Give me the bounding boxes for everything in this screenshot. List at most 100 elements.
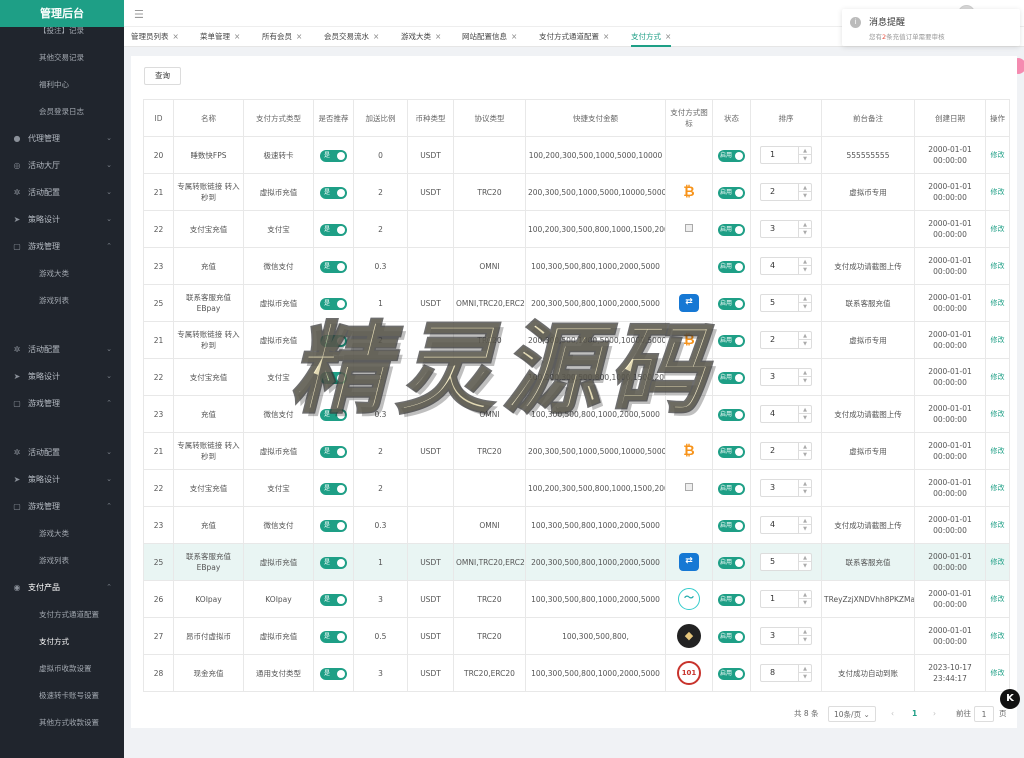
sidebar-item[interactable]: 支付方式	[0, 628, 124, 655]
stepper-down-icon[interactable]: ▼	[798, 451, 811, 459]
stepper-up-icon[interactable]: ▲	[798, 480, 811, 488]
edit-link[interactable]: 修改	[991, 632, 1005, 640]
edit-link[interactable]: 修改	[991, 669, 1005, 677]
recommend-toggle[interactable]: 是	[320, 371, 347, 384]
sidebar-item[interactable]: ▢ 游戏管理 ⌃	[0, 390, 124, 417]
sort-stepper[interactable]: 4 ▲ ▼	[760, 405, 812, 423]
status-toggle[interactable]: 启用	[718, 445, 745, 458]
menu-toggle-icon[interactable]: ☰	[134, 8, 144, 21]
tab-item[interactable]: 网站配置信息 ×	[462, 27, 517, 47]
edit-link[interactable]: 修改	[991, 188, 1005, 196]
table-row[interactable]: 28 现金充值 通用支付类型 是 3 USDT TRC20,ERC20 100,300,500…	[143, 654, 1010, 692]
stepper-down-icon[interactable]: ▼	[798, 266, 811, 274]
status-toggle[interactable]: 启用	[718, 186, 745, 199]
tab-item[interactable]: 支付方式 ×	[631, 27, 672, 47]
sort-stepper[interactable]: 1 ▲ ▼	[760, 146, 812, 164]
table-row[interactable]: 21 专属转账链接 转入秒到 虚拟币充值 是 2 USDT TRC20 200,300,500…	[143, 432, 1010, 470]
recommend-toggle[interactable]: 是	[320, 593, 347, 606]
stepper-up-icon[interactable]: ▲	[798, 591, 811, 599]
edit-link[interactable]: 修改	[991, 151, 1005, 159]
sidebar-item[interactable]: 福利中心	[0, 71, 124, 98]
sidebar-item[interactable]: ▢ 游戏管理 ⌃	[0, 233, 124, 260]
sort-stepper[interactable]: 3 ▲ ▼	[760, 479, 812, 497]
sort-stepper[interactable]: 5 ▲ ▼	[760, 553, 812, 571]
sort-stepper[interactable]: 4 ▲ ▼	[760, 516, 812, 534]
edit-link[interactable]: 修改	[991, 595, 1005, 603]
tab-item[interactable]: 所有会员 ×	[262, 27, 302, 47]
sort-stepper[interactable]: 2 ▲ ▼	[760, 183, 812, 201]
table-row[interactable]: 22 支付宝充值 支付宝 是 2 100,200,300,500,800,1000,150…	[143, 358, 1010, 396]
sidebar-item[interactable]: ✲ 活动配置 ⌄	[0, 179, 124, 206]
next-page-icon[interactable]: ›	[933, 706, 936, 722]
status-toggle[interactable]: 启用	[718, 519, 745, 532]
edit-link[interactable]: 修改	[991, 336, 1005, 344]
recommend-toggle[interactable]: 是	[320, 149, 347, 162]
table-row[interactable]: 27 昂币付虚拟币 虚拟币充值 是 0.5 USDT TRC20 100,300,500,80…	[143, 617, 1010, 655]
sort-stepper[interactable]: 3 ▲ ▼	[760, 220, 812, 238]
table-row[interactable]: 23 充值 微信支付 是 0.3 OMNI 100,300,500,800,1000,200…	[143, 247, 1010, 285]
status-toggle[interactable]: 启用	[718, 371, 745, 384]
stepper-down-icon[interactable]: ▼	[798, 488, 811, 496]
sort-stepper[interactable]: 8 ▲ ▼	[760, 664, 812, 682]
table-row[interactable]: 23 充值 微信支付 是 0.3 OMNI 100,300,500,800,1000,200…	[143, 395, 1010, 433]
stepper-up-icon[interactable]: ▲	[798, 258, 811, 266]
sort-stepper[interactable]: 1 ▲ ▼	[760, 590, 812, 608]
page-size-select[interactable]: 10条/页 ⌄	[828, 706, 876, 722]
sidebar-item[interactable]: ◎ 活动大厅 ⌄	[0, 152, 124, 179]
sidebar-item[interactable]: ➤ 策略设计 ⌄	[0, 206, 124, 233]
edit-link[interactable]: 修改	[991, 373, 1005, 381]
edit-link[interactable]: 修改	[991, 447, 1005, 455]
sidebar-item[interactable]: 会员登录日志	[0, 98, 124, 125]
stepper-down-icon[interactable]: ▼	[798, 673, 811, 681]
stepper-down-icon[interactable]: ▼	[798, 562, 811, 570]
close-icon[interactable]: ×	[511, 32, 517, 41]
close-icon[interactable]: ×	[173, 32, 179, 41]
sidebar-item[interactable]: ➤ 策略设计 ⌄	[0, 363, 124, 390]
sidebar-item[interactable]: 其他交易记录	[0, 44, 124, 71]
sidebar-item[interactable]: ◉ 支付产品 ⌃	[0, 574, 124, 601]
edit-link[interactable]: 修改	[991, 225, 1005, 233]
prev-page-icon[interactable]: ‹	[891, 706, 894, 722]
table-row[interactable]: 23 充值 微信支付 是 0.3 OMNI 100,300,500,800,1000,200…	[143, 506, 1010, 544]
table-row[interactable]: 22 支付宝充值 支付宝 是 2 100,200,300,500,800,1000,150…	[143, 210, 1010, 248]
stepper-down-icon[interactable]: ▼	[798, 414, 811, 422]
recommend-toggle[interactable]: 是	[320, 556, 347, 569]
status-toggle[interactable]: 启用	[718, 334, 745, 347]
edit-link[interactable]: 修改	[991, 521, 1005, 529]
close-icon[interactable]: ×	[435, 32, 441, 41]
edit-link[interactable]: 修改	[991, 262, 1005, 270]
status-toggle[interactable]: 启用	[718, 408, 745, 421]
sort-stepper[interactable]: 4 ▲ ▼	[760, 257, 812, 275]
table-row[interactable]: 21 专属转账链接 转入秒到 虚拟币充值 是 2 USDT TRC20 200,300,500…	[143, 173, 1010, 211]
close-icon[interactable]: ×	[234, 32, 240, 41]
sort-stepper[interactable]: 2 ▲ ▼	[760, 331, 812, 349]
tab-item[interactable]: 会员交易流水 ×	[324, 27, 379, 47]
status-toggle[interactable]: 启用	[718, 297, 745, 310]
sidebar-item[interactable]: ✲ 活动配置 ⌄	[0, 336, 124, 363]
recommend-toggle[interactable]: 是	[320, 223, 347, 236]
stepper-down-icon[interactable]: ▼	[798, 377, 811, 385]
stepper-down-icon[interactable]: ▼	[798, 599, 811, 607]
stepper-up-icon[interactable]: ▲	[798, 295, 811, 303]
stepper-up-icon[interactable]: ▲	[798, 369, 811, 377]
stepper-up-icon[interactable]: ▲	[798, 406, 811, 414]
close-icon[interactable]: ×	[603, 32, 609, 41]
table-row[interactable]: 20 睡数快FPS 极速转卡 是 0 USDT 100,200,300,500,1000,5…	[143, 136, 1010, 174]
query-button[interactable]: 查询	[144, 67, 181, 85]
table-row[interactable]: 22 支付宝充值 支付宝 是 2 100,200,300,500,800,1000,150…	[143, 469, 1010, 507]
stepper-down-icon[interactable]: ▼	[798, 525, 811, 533]
close-icon[interactable]: ×	[373, 32, 379, 41]
status-toggle[interactable]: 启用	[718, 667, 745, 680]
sidebar-item[interactable]: 其他方式收款设置	[0, 709, 124, 736]
edit-link[interactable]: 修改	[991, 484, 1005, 492]
edit-link[interactable]: 修改	[991, 558, 1005, 566]
recommend-toggle[interactable]: 是	[320, 334, 347, 347]
status-toggle[interactable]: 启用	[718, 630, 745, 643]
recommend-toggle[interactable]: 是	[320, 445, 347, 458]
status-toggle[interactable]: 启用	[718, 556, 745, 569]
status-toggle[interactable]: 启用	[718, 593, 745, 606]
stepper-up-icon[interactable]: ▲	[798, 517, 811, 525]
stepper-down-icon[interactable]: ▼	[798, 340, 811, 348]
status-toggle[interactable]: 启用	[718, 482, 745, 495]
status-toggle[interactable]: 启用	[718, 149, 745, 162]
